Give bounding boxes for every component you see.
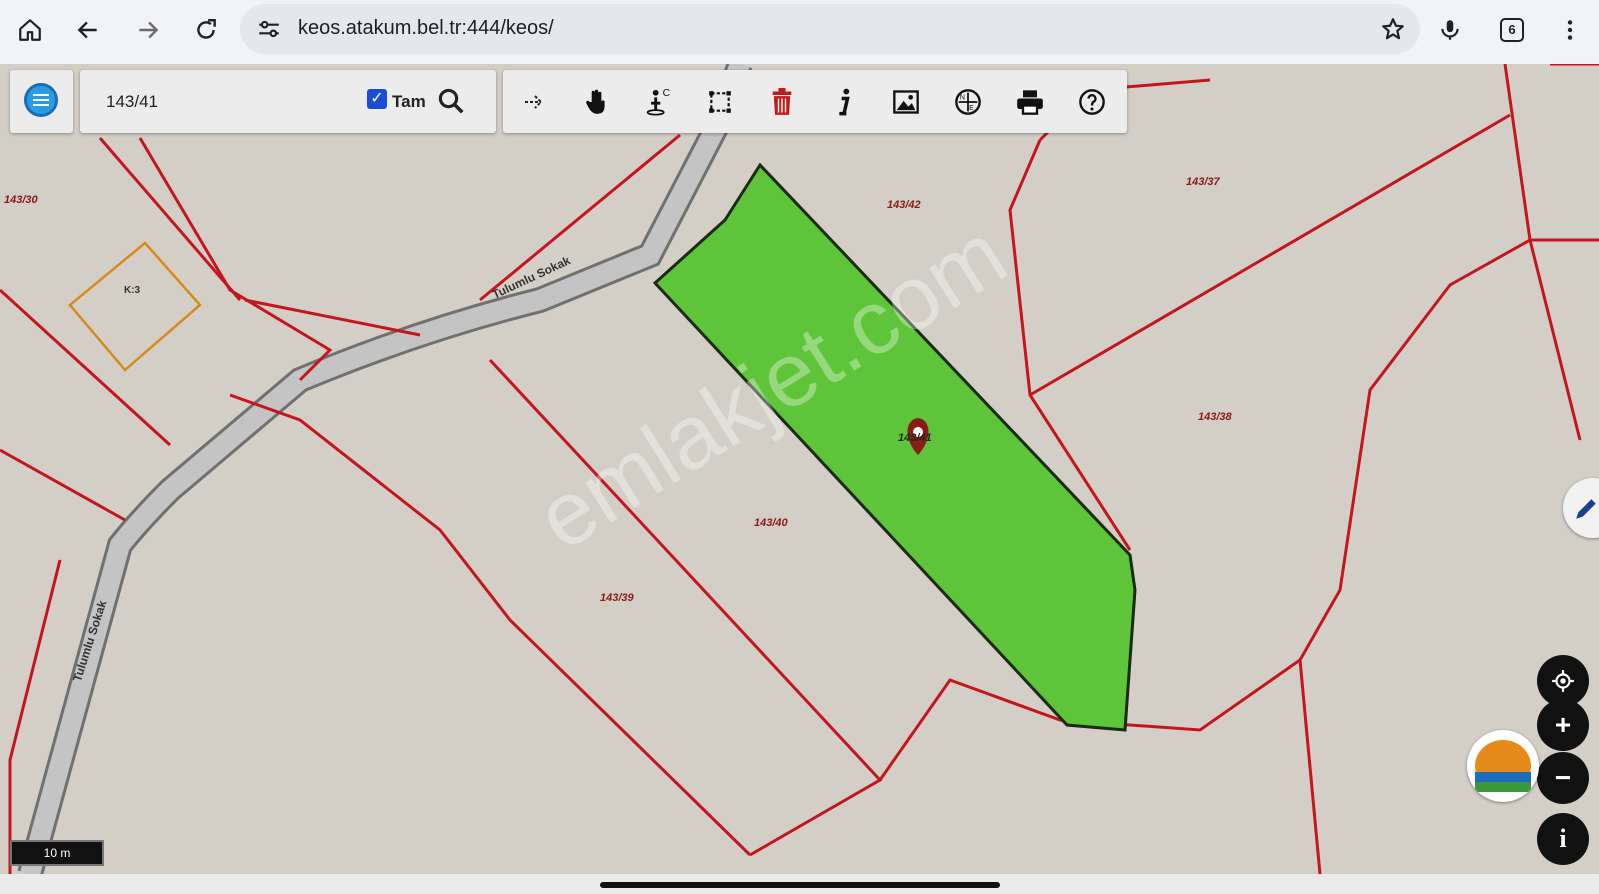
cadastral-map [0,64,1599,874]
search-input[interactable]: 143/41 [106,92,158,112]
address-bar[interactable]: keos.atakum.bel.tr:444/keos/ [240,4,1420,54]
mic-icon[interactable] [1428,8,1472,52]
search-icon[interactable] [436,86,466,116]
back-icon[interactable] [66,8,110,52]
forward-icon[interactable] [126,8,170,52]
star-icon[interactable] [1380,16,1406,42]
selected-parcel-label: 143/41 [898,432,932,444]
search-panel: 143/41 ✓ Tam [80,70,496,133]
menu-icon[interactable] [24,83,58,117]
zoom-out-icon[interactable]: − [1537,752,1589,804]
browser-toolbar: keos.atakum.bel.tr:444/keos/ 6 [0,0,1599,64]
map-canvas[interactable]: 143/30 143/42 143/37 143/38 143/40 143/3… [0,64,1599,874]
parcel-label: 143/42 [887,199,921,211]
parcel-label: 143/40 [754,517,788,529]
image-icon[interactable] [887,83,925,121]
tools-panel: C NE [503,70,1127,133]
full-match-label: Tam [392,92,426,111]
logo-icon [1467,730,1539,802]
home-icon[interactable] [8,8,52,52]
system-nav-bar [0,874,1599,894]
more-icon[interactable] [1548,8,1592,52]
pencil-icon [1576,499,1596,519]
hand-icon[interactable] [577,83,615,121]
info-icon[interactable] [825,83,863,121]
info-circle-icon[interactable]: i [1537,813,1589,865]
zoom-in-icon[interactable]: + [1537,699,1589,751]
scale-bar: 10 m [10,840,104,866]
svg-text:N: N [960,95,965,102]
reload-icon[interactable] [184,8,228,52]
svg-text:C: C [663,88,671,99]
home-indicator[interactable] [600,882,1000,888]
measure-icon[interactable]: C [639,83,677,121]
print-icon[interactable] [1011,83,1049,121]
select-area-icon[interactable] [701,83,739,121]
help-icon[interactable] [1073,83,1111,121]
url-text[interactable]: keos.atakum.bel.tr:444/keos/ [298,17,554,40]
arrow-icon[interactable] [515,83,553,121]
parcel-label: 143/39 [600,592,634,604]
parcel-label: 143/38 [1198,411,1232,423]
tune-icon[interactable] [256,16,282,42]
menu-panel [10,70,73,133]
parcel-label: 143/37 [1186,176,1220,188]
svg-text:E: E [969,105,974,112]
tabs-icon[interactable]: 6 [1490,8,1534,52]
full-match-checkbox[interactable]: ✓ [367,89,387,109]
parcel-label: 143/30 [4,194,38,206]
coordinate-icon[interactable]: NE [949,83,987,121]
trash-icon[interactable] [763,83,801,121]
tab-count: 6 [1500,18,1524,42]
building-label: K:3 [124,285,141,296]
